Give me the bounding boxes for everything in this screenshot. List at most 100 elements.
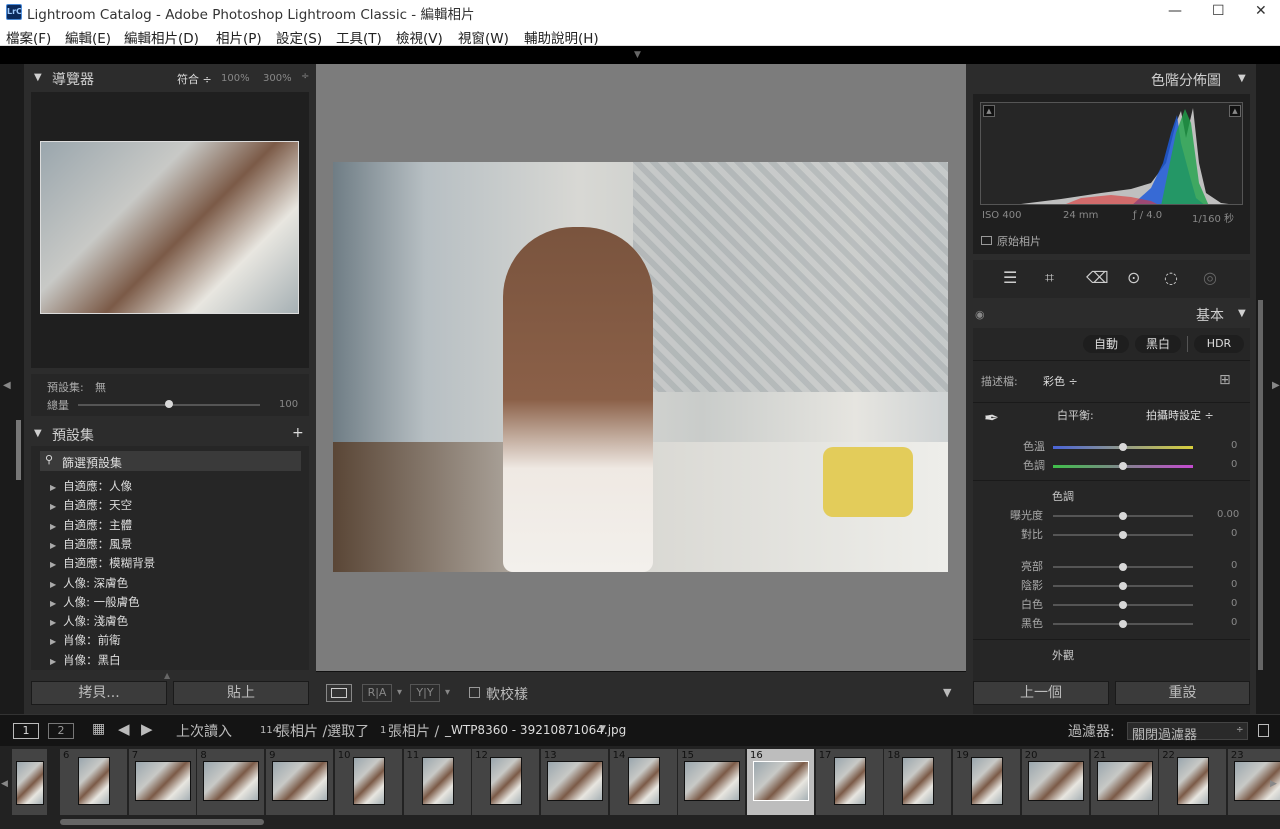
left-panel-toggle-icon[interactable]: ◀ [3, 380, 11, 391]
contrast-slider-thumb[interactable] [1119, 531, 1127, 539]
expand-triangle-icon[interactable]: ▶ [50, 522, 56, 531]
film-cell[interactable]: 20 [1021, 749, 1090, 815]
expand-triangle-icon[interactable]: ▶ [50, 599, 56, 608]
loupe-view-button[interactable] [326, 684, 352, 702]
chevron-down-icon[interactable]: ▼ [634, 50, 641, 60]
film-cell[interactable]: 16 [747, 749, 815, 815]
film-cell[interactable] [12, 749, 48, 815]
right-scrollbar[interactable] [1258, 300, 1263, 670]
hdr-button[interactable]: HDR [1194, 335, 1244, 353]
filmstrip-right-icon[interactable]: ▶ [1270, 779, 1277, 789]
exposure-slider-thumb[interactable] [1119, 512, 1127, 520]
main-window-button[interactable]: 1 [13, 723, 39, 739]
preset-item[interactable]: ▶ 自適應：風景 [50, 536, 132, 552]
navigator-zoom-100[interactable]: 100% [221, 73, 250, 84]
preset-item[interactable]: ▶ 肖像：前衛 [50, 632, 121, 648]
navigator-zoom-300[interactable]: 300% [263, 73, 292, 84]
filter-lock-icon[interactable] [1258, 724, 1269, 737]
filename-menu-icon[interactable]: ▼ [599, 724, 606, 734]
shadows-slider-thumb[interactable] [1119, 582, 1127, 590]
presets-title[interactable]: 預設集 [52, 425, 94, 445]
crop-icon[interactable]: ⌗ [1045, 268, 1054, 288]
temp-slider-thumb[interactable] [1119, 443, 1127, 451]
collapse-triangle-icon[interactable]: ▼ [34, 72, 42, 83]
before-after-tb-button[interactable]: Y|Y [410, 684, 440, 702]
filter-dropdown[interactable]: 關閉過濾器 ÷ [1127, 722, 1248, 743]
left-scrollbar[interactable] [16, 420, 21, 480]
second-window-button[interactable]: 2 [48, 723, 74, 739]
eyedropper-icon[interactable]: ✒ [984, 408, 1012, 436]
preset-item[interactable]: ▶ 自適應：天空 [50, 497, 132, 513]
left-edge[interactable]: ◀ [0, 64, 24, 714]
highlights-slider-thumb[interactable] [1119, 563, 1127, 571]
expand-triangle-icon[interactable]: ▶ [50, 637, 56, 646]
menu-tools[interactable]: 工具(T) [336, 27, 382, 47]
preset-item[interactable]: ▶ 人像: 深膚色 [50, 575, 128, 591]
film-cell[interactable]: 11 [403, 749, 472, 815]
minimize-icon[interactable]: — [1168, 3, 1182, 19]
original-photo-checkbox[interactable] [981, 236, 992, 245]
expand-triangle-icon[interactable]: ▶ [50, 580, 56, 589]
preset-item[interactable]: ▶ 自適應：人像 [50, 478, 132, 494]
shadow-clip-icon[interactable]: ▲ [983, 105, 995, 117]
menu-photo[interactable]: 相片(P) [216, 27, 262, 47]
collapse-triangle-icon[interactable]: ▼ [1238, 73, 1246, 84]
previous-button[interactable]: 上一個 [973, 681, 1109, 705]
basic-title[interactable]: 基本 [1196, 305, 1224, 325]
paste-button[interactable]: 貼上 [173, 681, 309, 705]
copy-button[interactable]: 拷貝... [31, 681, 167, 705]
histogram-title[interactable]: 色階分佈圖 [1151, 70, 1221, 90]
auto-button[interactable]: 自動 [1083, 335, 1129, 353]
navigator-title[interactable]: 導覽器 [52, 69, 94, 89]
wb-dropdown[interactable]: 拍攝時設定 ÷ [1146, 407, 1214, 423]
filmstrip-scrollbar[interactable] [60, 819, 264, 825]
navigator-fit[interactable]: 符合 ÷ [177, 71, 212, 87]
whites-slider-thumb[interactable] [1119, 601, 1127, 609]
expand-triangle-icon[interactable]: ▶ [50, 502, 56, 511]
profile-browser-icon[interactable]: ⊞ [1219, 372, 1231, 388]
toolbar-menu-icon[interactable]: ▼ [943, 686, 951, 699]
preset-item[interactable]: ▶ 人像: 一般膚色 [50, 594, 140, 610]
before-after-lr-button[interactable]: R|A [362, 684, 392, 702]
healing-eraser-icon[interactable]: ⌫ [1086, 268, 1109, 287]
edit-sliders-icon[interactable]: ☰ [1003, 268, 1017, 287]
film-cell[interactable]: 18 [884, 749, 953, 815]
blacks-slider-thumb[interactable] [1119, 620, 1127, 628]
collapse-triangle-icon[interactable]: ▼ [34, 428, 42, 439]
expand-triangle-icon[interactable]: ▶ [50, 618, 56, 627]
histogram-graph[interactable]: ▲ ▲ [980, 102, 1243, 205]
before-after-menu-icon-2[interactable]: ▾ [445, 687, 450, 698]
bw-button[interactable]: 黑白 [1135, 335, 1181, 353]
preset-filter-input[interactable]: ⚲ 篩選預設集 [40, 451, 301, 471]
add-preset-icon[interactable]: + [292, 425, 304, 441]
masking-icon[interactable]: ◌ [1164, 268, 1178, 287]
menu-edit[interactable]: 編輯(E) [65, 27, 111, 47]
expand-triangle-icon[interactable]: ▶ [50, 541, 56, 550]
film-cell[interactable]: 22 [1159, 749, 1228, 815]
top-panel-toggle[interactable]: ▼ [0, 46, 1280, 64]
preset-item[interactable]: ▶ 自適應：主體 [50, 517, 132, 533]
expand-triangle-icon[interactable]: ▶ [50, 657, 56, 666]
tint-slider-thumb[interactable] [1119, 462, 1127, 470]
expand-triangle-icon[interactable]: ▶ [50, 483, 56, 492]
film-cell[interactable]: 21 [1090, 749, 1159, 815]
menu-develop[interactable]: 編輯相片(D) [124, 27, 199, 47]
main-image-area[interactable] [316, 64, 966, 671]
film-cell[interactable]: 19 [953, 749, 1022, 815]
menu-settings[interactable]: 設定(S) [276, 27, 322, 47]
softproof-checkbox[interactable] [469, 687, 480, 698]
back-arrow-icon[interactable]: ◀ [118, 720, 130, 738]
zoom-menu-icon[interactable]: ÷ [301, 71, 309, 82]
preset-item[interactable]: ▶ 肖像：黑白 [50, 652, 121, 668]
film-cell[interactable]: 10 [334, 749, 403, 815]
film-cell[interactable]: 7 [128, 749, 197, 815]
grid-icon[interactable]: ▦ [92, 721, 105, 737]
maximize-icon[interactable]: ☐ [1212, 3, 1225, 19]
film-cell[interactable]: 17 [815, 749, 884, 815]
presets-icon[interactable]: ◎ [1203, 268, 1217, 287]
film-cell[interactable]: 9 [266, 749, 335, 815]
film-cell[interactable]: 8 [197, 749, 266, 815]
film-cell[interactable]: 13 [540, 749, 609, 815]
menu-window[interactable]: 視窗(W) [458, 27, 509, 47]
red-eye-icon[interactable]: ⊙ [1127, 268, 1140, 287]
